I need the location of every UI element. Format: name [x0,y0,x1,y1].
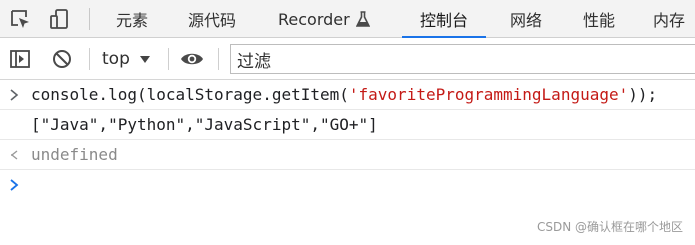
code-string: 'favoriteProgrammingLanguage' [348,85,629,104]
tab-memory[interactable]: 内存 [653,0,685,38]
tab-sources[interactable]: 源代码 [188,0,236,38]
devtools-tab-bar: 元素 源代码 Recorder 控制台 网络 性能 内存 [0,0,695,39]
inspect-element-icon[interactable] [8,7,32,31]
device-toolbar-icon[interactable] [48,7,72,31]
tab-performance[interactable]: 性能 [583,0,615,38]
console-toolbar: top [0,38,695,80]
code-close: )); [628,85,658,104]
console-messages: console.log(localStorage.getItem('favori… [0,80,695,200]
result-arrow-icon [6,140,22,170]
code-call: console.log(localStorage.getItem( [31,85,349,104]
tab-label: 网络 [510,11,543,30]
console-result-text: undefined [31,145,118,164]
tab-recorder[interactable]: Recorder [278,0,370,38]
tab-label: 源代码 [188,11,237,30]
tab-console[interactable]: 控制台 [401,0,487,39]
context-label: top [102,49,130,69]
console-result-line: undefined [0,140,695,170]
tab-label: Recorder [278,9,350,29]
console-output-text: ["Java","Python","JavaScript","GO+"] [31,115,378,134]
console-input-code: console.log(localStorage.getItem('favori… [31,80,657,110]
eye-icon[interactable] [180,47,204,71]
clear-console-icon[interactable] [50,47,74,71]
input-chevron-icon [6,80,22,110]
tab-label: 性能 [583,11,616,30]
sidebar-toggle-icon[interactable] [8,47,32,71]
console-input-line: console.log(localStorage.getItem('favori… [0,80,695,110]
toolbar-divider [218,48,219,70]
context-selector[interactable]: top [102,47,150,71]
toolbar-divider [89,48,90,70]
console-prompt-line[interactable] [0,170,695,200]
toolbar-divider [168,48,169,70]
caret-down-icon [139,55,150,63]
filter-input[interactable] [230,44,695,74]
console-output-line: ["Java","Python","JavaScript","GO+"] [0,110,695,140]
prompt-chevron-icon [6,170,22,200]
tab-label: 内存 [653,11,686,30]
tab-label: 控制台 [420,11,469,30]
toolbar-divider [89,8,90,30]
tab-label: 元素 [116,11,149,30]
tab-network[interactable]: 网络 [510,0,542,38]
watermark: CSDN @确认框在哪个地区 [536,220,683,234]
flask-icon [355,11,370,27]
tab-elements[interactable]: 元素 [116,0,148,38]
